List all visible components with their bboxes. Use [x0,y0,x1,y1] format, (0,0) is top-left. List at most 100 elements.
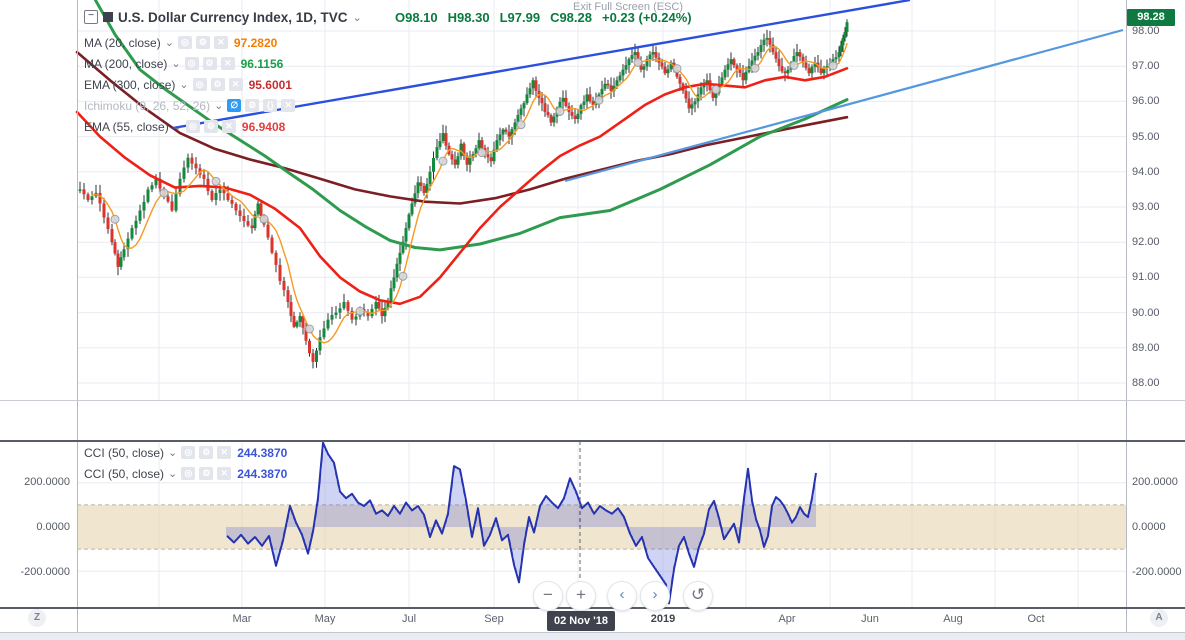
indicator-value: 97.2820 [233,35,278,50]
time-axis-label: Mar [232,613,252,625]
scroll-right-button[interactable]: › [640,581,670,611]
bottom-strip [0,633,1185,640]
chevron-down-icon[interactable]: ⌄ [165,36,174,49]
indicator-legend: MA (20, close) ⌄ ◎ ⚙ ✕ 97.2820 MA (200, close)… [84,32,296,137]
price-axis-label: 97.00 [1132,60,1160,72]
main-pane-divider[interactable] [0,400,1185,401]
remove-icon[interactable]: ✕ [221,120,236,133]
time-axis-label: Apr [778,613,796,625]
right-axis-border [1126,0,1127,632]
settings-icon[interactable]: ⚙ [210,78,225,91]
chevron-down-icon[interactable]: ⌄ [214,99,223,112]
price-axis-label: 94.00 [1132,166,1160,178]
settings-icon[interactable]: ⚙ [245,99,260,112]
price-axis-label: 98.00 [1132,25,1160,37]
cci-indicator-row[interactable]: CCI (50, close) ⌄ ◎ ⚙ ✕ 244.3870 [84,463,287,484]
indicator-value: 96.9408 [241,119,286,134]
remove-icon[interactable]: ✕ [228,78,243,91]
indicator-row[interactable]: MA (200, close) ⌄ ◎ ⚙ ✕ 96.1156 [84,53,295,74]
indicator-row[interactable]: MA (20, close) ⌄ ◎ ⚙ ✕ 97.2820 [84,32,295,53]
price-axis-label: 93.00 [1132,201,1160,213]
remove-icon[interactable]: ✕ [217,446,232,459]
cci-indicator-label[interactable]: CCI (50, close) [84,467,164,481]
price-axis-label: 96.00 [1132,95,1160,107]
remove-icon[interactable]: ✕ [281,99,296,112]
time-axis-label: Jul [401,613,417,625]
auto-scale-button[interactable]: A [1150,609,1168,627]
chevron-down-icon[interactable]: ⌄ [168,467,177,480]
collapse-legend-icon[interactable]: − [84,10,98,24]
remove-icon[interactable]: ✕ [217,467,232,480]
cci-axis-label-left: 0.0000 [36,521,70,533]
price-axis-label: 95.00 [1132,131,1160,143]
settings-icon[interactable]: ⚙ [199,446,214,459]
reset-chart-button[interactable]: ↺ [683,581,713,611]
indicator-row[interactable]: EMA (55, close) ⌄ ◎ ⚙ ✕ 96.9408 [84,116,295,137]
visibility-icon[interactable]: ◎ [185,120,200,133]
visibility-icon[interactable]: ◎ [181,446,196,459]
time-axis-label: 2019 [650,613,676,625]
indicator-label[interactable]: EMA (300, close) [84,78,175,92]
price-axis-label: 89.00 [1132,342,1160,354]
scroll-left-button[interactable]: ‹ [607,581,637,611]
time-axis-label: Aug [943,613,963,625]
chevron-down-icon[interactable]: ⌄ [168,446,177,459]
indicator-row[interactable]: EMA (300, close) ⌄ ◎ ⚙ ✕ 95.6001 [84,74,295,95]
cci-indicator-row[interactable]: CCI (50, close) ⌄ ◎ ⚙ ✕ 244.3870 [84,442,287,463]
exit-fullscreen-hint: Exit Full Screen (ESC) [572,1,684,13]
cci-axis-label-left: -200.0000 [20,566,70,578]
visibility-icon[interactable]: ◎ [181,467,196,480]
left-axis-border [77,0,78,632]
visibility-icon[interactable]: ∅ [227,99,242,112]
cci-indicator-value: 244.3870 [237,466,288,481]
symbol-title[interactable]: U.S. Dollar Currency Index, 1D, TVC [118,10,348,25]
time-axis-label: Oct [1027,613,1045,625]
zoom-out-button[interactable]: − [533,581,563,611]
time-axis-label: Sep [484,613,504,625]
settings-icon[interactable]: ⚙ [199,467,214,480]
time-axis-label: Jun [861,613,879,625]
tradingview-fullscreen-chart: − U.S. Dollar Currency Index, 1D, TVC ⌄ … [0,0,1185,640]
price-axis-label: 90.00 [1132,307,1160,319]
cci-axis-label-right: 200.0000 [1132,476,1178,488]
indicator-label[interactable]: Ichimoku (9, 26, 52, 26) [84,99,210,113]
cci-axis-label-right: 0.0000 [1132,521,1166,533]
chevron-down-icon[interactable]: ⌄ [171,57,180,70]
chevron-down-icon[interactable]: ⌄ [173,120,182,133]
indicator-label[interactable]: MA (200, close) [84,57,167,71]
visibility-icon[interactable]: ◎ [184,57,199,70]
indicator-row[interactable]: Ichimoku (9, 26, 52, 26) ⌄ ∅ ⚙{} ✕ [84,95,296,116]
cci-axis-label-right: -200.0000 [1132,566,1182,578]
settings-icon[interactable]: ⚙ [202,57,217,70]
ohlc-open: O98.10 [395,10,438,25]
chevron-down-icon[interactable]: ⌄ [179,78,188,91]
chevron-down-icon[interactable]: ⌄ [353,11,362,24]
indicator-value: 96.1156 [240,56,284,71]
indicator-label[interactable]: EMA (55, close) [84,120,169,134]
ohlc-low: L97.99 [499,10,541,25]
ohlc-high: H98.30 [447,10,490,25]
cci-indicator-label[interactable]: CCI (50, close) [84,446,164,460]
settings-icon[interactable]: ⚙ [195,36,210,49]
cci-legend: CCI (50, close) ⌄ ◎ ⚙ ✕ 244.3870 CCI (50, clos… [84,442,287,484]
symbol-swatch-icon [103,12,113,22]
timezone-button[interactable]: Z [28,609,46,627]
cci-indicator-value: 244.3870 [237,445,288,460]
symbol-title-row: − U.S. Dollar Currency Index, 1D, TVC ⌄ [84,8,362,26]
price-axis-label: 91.00 [1132,271,1160,283]
source-code-icon[interactable]: {} [263,99,278,112]
settings-icon[interactable]: ⚙ [203,120,218,133]
indicator-value: 95.6001 [248,77,292,92]
remove-icon[interactable]: ✕ [213,36,228,49]
date-marker-badge: 02 Nov '18 [547,611,615,631]
indicator-label[interactable]: MA (20, close) [84,36,161,50]
remove-icon[interactable]: ✕ [220,57,235,70]
price-axis-label: 88.00 [1132,377,1160,389]
zoom-in-button[interactable]: + [566,581,596,611]
price-axis-label: 92.00 [1132,236,1160,248]
visibility-icon[interactable]: ◎ [177,36,192,49]
visibility-icon[interactable]: ◎ [192,78,207,91]
time-axis-label: May [314,613,336,625]
cci-axis-label-left: 200.0000 [24,476,70,488]
time-axis-border [0,607,1185,609]
